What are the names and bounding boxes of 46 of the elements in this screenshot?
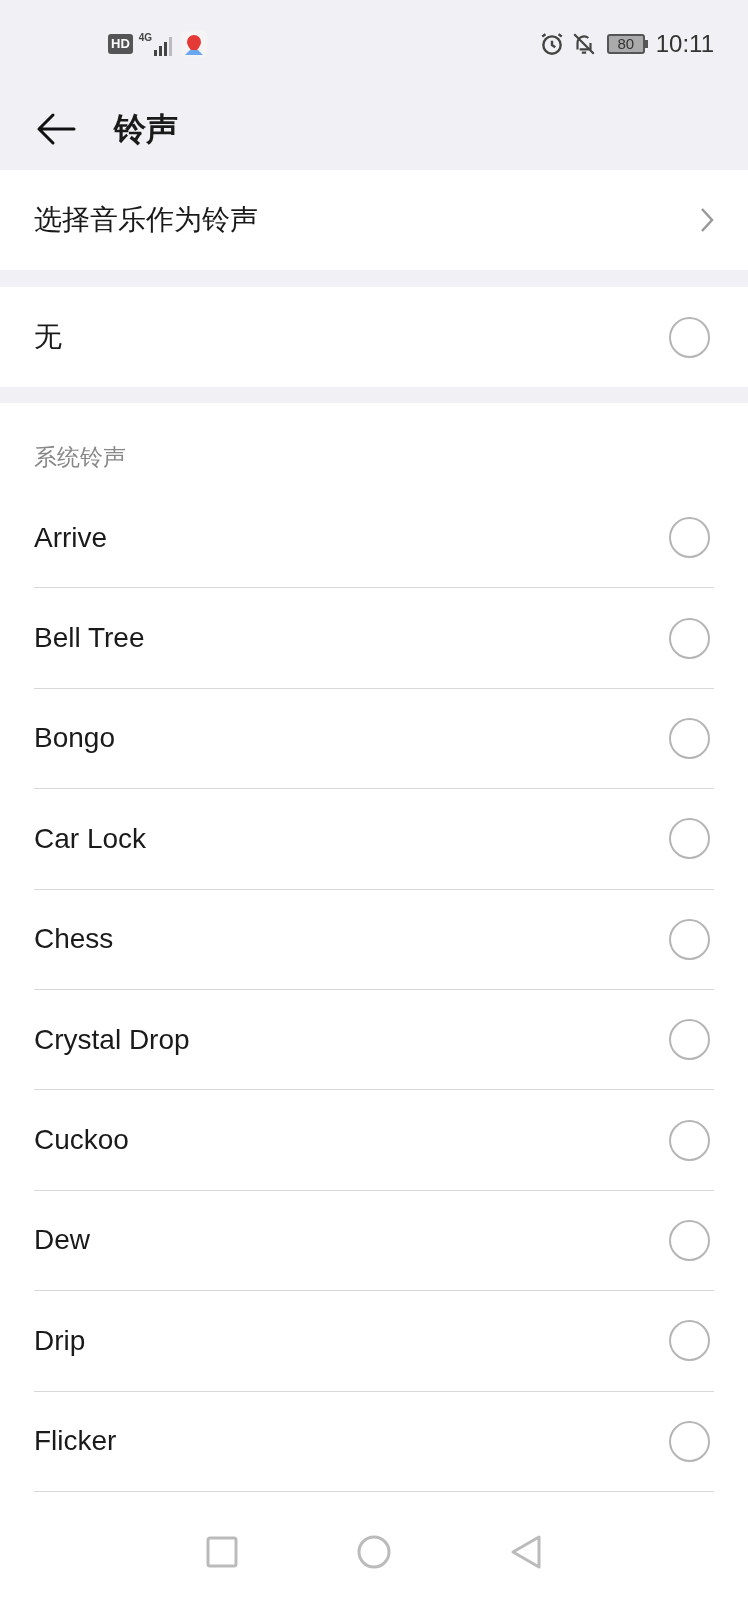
none-option-row[interactable]: 无 — [0, 287, 748, 387]
ringtone-row[interactable]: Drip — [34, 1291, 714, 1392]
radio-button[interactable] — [669, 1019, 710, 1061]
ringtone-row[interactable]: Arrive — [34, 488, 714, 589]
music-option-row[interactable]: 选择音乐作为铃声 — [0, 170, 748, 270]
ringtone-label: Crystal Drop — [34, 1022, 191, 1057]
ringtone-label: Cuckoo — [34, 1123, 130, 1158]
ringtone-row[interactable]: Crystal Drop — [34, 989, 714, 1091]
option-label: 无 — [34, 320, 63, 354]
home-icon[interactable] — [356, 1533, 392, 1570]
ringtone-row[interactable]: Dew — [34, 1190, 714, 1292]
radio-button[interactable] — [669, 1219, 710, 1261]
ringtone-label: Drip — [34, 1323, 87, 1358]
network-badge: HD — [108, 34, 133, 54]
recents-icon[interactable] — [206, 1535, 238, 1568]
radio-button[interactable] — [669, 918, 710, 960]
ringtone-label: Bongo — [34, 721, 116, 756]
radio-button[interactable] — [669, 1119, 710, 1161]
radio-button[interactable] — [669, 1320, 710, 1362]
ringtone-label: Dew — [34, 1223, 91, 1258]
radio-button[interactable] — [669, 818, 710, 860]
ringtone-label: Flicker — [34, 1424, 118, 1459]
section-title: 系统铃声 — [34, 442, 126, 472]
ringtone-label: Bell Tree — [34, 621, 146, 656]
radio-button[interactable] — [669, 617, 710, 659]
ringtone-row[interactable]: Cuckoo — [34, 1090, 714, 1191]
ringtone-row[interactable]: Chess — [34, 889, 714, 990]
radio-button[interactable] — [669, 316, 710, 358]
back-icon[interactable] — [510, 1533, 542, 1570]
page-title: 铃声 — [114, 110, 178, 149]
ringtone-row[interactable]: Bell Tree — [34, 588, 714, 689]
ringtone-row[interactable]: Flicker — [34, 1391, 714, 1492]
clock-time: 10:11 — [655, 29, 714, 59]
ringtone-label: Chess — [34, 922, 115, 957]
radio-button[interactable] — [669, 717, 710, 759]
chevron-right-icon — [700, 207, 714, 233]
ringtone-row[interactable]: Car Lock — [34, 789, 714, 890]
option-label: 选择音乐作为铃声 — [34, 203, 259, 237]
ringtone-label: Arrive — [34, 520, 109, 555]
ringtone-row[interactable]: Bongo — [34, 688, 714, 790]
ringtone-label: Car Lock — [34, 821, 148, 856]
network-type: 4G — [138, 31, 153, 45]
radio-button[interactable] — [669, 1420, 710, 1462]
back-arrow-icon[interactable] — [36, 112, 76, 146]
radio-button[interactable] — [669, 517, 710, 559]
battery-icon: 80 — [606, 34, 645, 54]
